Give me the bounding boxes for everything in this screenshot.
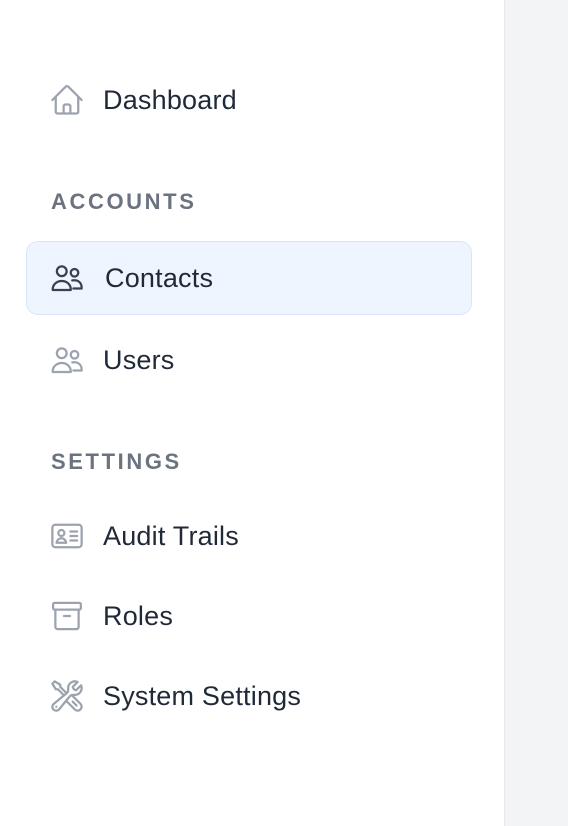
sidebar-item-dashboard[interactable]: Dashboard: [26, 63, 472, 137]
section-title-accounts: ACCOUNTS: [51, 189, 197, 214]
sidebar-item-audit-trails[interactable]: Audit Trails: [26, 499, 472, 573]
sidebar-item-label: Audit Trails: [103, 520, 239, 551]
sidebar-item-label: Roles: [103, 600, 174, 631]
main-content-area: [505, 0, 568, 826]
sidebar-item-label: Users: [103, 344, 175, 375]
sidebar-item-contacts[interactable]: Contacts: [26, 241, 472, 315]
users-icon: [49, 342, 85, 378]
sidebar-item-roles[interactable]: Roles: [26, 579, 472, 653]
sidebar-item-label: Contacts: [105, 262, 214, 293]
wrench-screwdriver-icon: [49, 678, 85, 714]
sidebar-item-label: Dashboard: [103, 84, 237, 115]
sidebar: Dashboard ACCOUNTS Contacts Users SETTIN…: [0, 0, 505, 826]
sidebar-item-users[interactable]: Users: [26, 323, 472, 397]
users-icon: [49, 260, 85, 296]
sidebar-item-label: System Settings: [103, 680, 302, 711]
section-title-settings: SETTINGS: [51, 449, 182, 474]
id-card-icon: [49, 518, 85, 554]
home-icon: [49, 82, 85, 118]
archive-box-icon: [49, 598, 85, 634]
sidebar-item-system-settings[interactable]: System Settings: [26, 659, 472, 733]
